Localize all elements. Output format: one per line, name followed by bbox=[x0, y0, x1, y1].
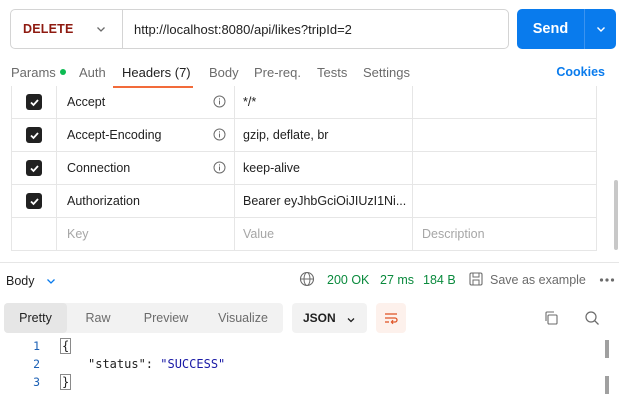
code-content: "status": "SUCCESS" bbox=[88, 357, 225, 371]
code-content: } bbox=[60, 374, 72, 390]
tab-auth[interactable]: Auth bbox=[79, 65, 106, 80]
save-as-example-button[interactable]: Save as example bbox=[490, 273, 586, 287]
header-description[interactable] bbox=[413, 185, 598, 217]
save-icon[interactable] bbox=[468, 271, 484, 287]
info-icon[interactable] bbox=[213, 161, 226, 174]
format-label: JSON bbox=[303, 311, 336, 325]
code-line: 1 { bbox=[0, 338, 619, 357]
tab-headers[interactable]: Headers (7) bbox=[122, 65, 191, 80]
check-icon bbox=[29, 164, 39, 172]
search-icon[interactable] bbox=[584, 310, 600, 326]
header-value[interactable]: */* bbox=[235, 86, 413, 118]
header-checkbox[interactable] bbox=[26, 160, 42, 176]
checkbox-cell bbox=[12, 152, 57, 184]
copy-icon[interactable] bbox=[543, 310, 559, 326]
cookies-link[interactable]: Cookies bbox=[556, 65, 605, 79]
check-icon bbox=[29, 131, 39, 139]
header-checkbox[interactable] bbox=[26, 193, 42, 209]
table-row: Authorization Bearer eyJhbGciOiJIUzI1Ni.… bbox=[12, 185, 596, 218]
header-key[interactable]: Connection bbox=[57, 152, 235, 184]
check-icon bbox=[29, 98, 39, 106]
chevron-down-icon bbox=[347, 318, 355, 323]
chevron-down-icon bbox=[596, 27, 605, 32]
chevron-down-icon bbox=[97, 27, 105, 32]
send-options-button[interactable] bbox=[585, 23, 616, 35]
tab-params[interactable]: Params bbox=[11, 65, 66, 80]
send-button[interactable]: Send bbox=[517, 9, 616, 49]
header-key[interactable]: Accept bbox=[57, 86, 235, 118]
header-key[interactable]: Accept-Encoding bbox=[57, 119, 235, 151]
format-select[interactable]: JSON bbox=[292, 303, 367, 333]
method-select[interactable]: DELETE bbox=[11, 10, 123, 48]
new-value-input[interactable]: Value bbox=[235, 218, 413, 250]
code-line: 3 } bbox=[0, 374, 619, 393]
code-content: { bbox=[60, 338, 72, 354]
response-size[interactable]: 184 B bbox=[423, 273, 456, 287]
url-input[interactable]: http://localhost:8080/api/likes?tripId=2 bbox=[123, 22, 508, 37]
header-key[interactable]: Authorization bbox=[57, 185, 235, 217]
request-bar: DELETE http://localhost:8080/api/likes?t… bbox=[10, 9, 509, 49]
info-icon[interactable] bbox=[213, 128, 226, 141]
checkbox-cell bbox=[12, 86, 57, 118]
headers-table: Accept */* Accept-Encoding gzip, deflate… bbox=[11, 86, 597, 251]
header-description[interactable] bbox=[413, 152, 598, 184]
tab-settings[interactable]: Settings bbox=[363, 65, 410, 80]
wrap-lines-button[interactable] bbox=[376, 303, 406, 333]
open-brace: { bbox=[60, 338, 72, 354]
chevron-down-icon[interactable] bbox=[45, 275, 57, 287]
response-body-toggle[interactable]: Body bbox=[6, 274, 35, 288]
table-row-new: Key Value Description bbox=[12, 218, 596, 251]
tab-body[interactable]: Body bbox=[209, 65, 239, 80]
checkbox-cell bbox=[12, 119, 57, 151]
scrollbar-marker bbox=[605, 340, 609, 358]
header-description[interactable] bbox=[413, 119, 598, 151]
close-brace: } bbox=[60, 374, 72, 390]
header-description[interactable] bbox=[413, 86, 598, 118]
json-colon: : bbox=[145, 357, 161, 371]
status-code[interactable]: 200 OK bbox=[327, 273, 369, 287]
header-checkbox[interactable] bbox=[26, 94, 42, 110]
new-key-input[interactable]: Key bbox=[57, 218, 235, 250]
info-icon[interactable] bbox=[213, 95, 226, 108]
json-key: "status" bbox=[88, 357, 146, 371]
response-bar: Body 200 OK 27 ms 184 B Save as example bbox=[0, 262, 619, 296]
view-tab-visualize[interactable]: Visualize bbox=[203, 303, 283, 333]
globe-icon[interactable] bbox=[299, 271, 315, 287]
params-active-dot bbox=[59, 69, 66, 75]
tab-tests[interactable]: Tests bbox=[317, 65, 347, 80]
new-description-input[interactable]: Description bbox=[413, 218, 598, 250]
scrollbar-thumb[interactable] bbox=[614, 180, 618, 250]
table-row: Connection keep-alive bbox=[12, 152, 596, 185]
check-icon bbox=[29, 197, 39, 205]
send-label: Send bbox=[532, 21, 569, 37]
checkbox-cell bbox=[12, 185, 57, 217]
checkbox-cell bbox=[12, 218, 57, 250]
scrollbar-marker bbox=[605, 376, 609, 394]
response-time[interactable]: 27 ms bbox=[380, 273, 414, 287]
table-row: Accept-Encoding gzip, deflate, br bbox=[12, 119, 596, 152]
line-number: 2 bbox=[33, 357, 40, 371]
table-row: Accept */* bbox=[12, 86, 596, 119]
view-tab-raw[interactable]: Raw bbox=[67, 303, 129, 333]
json-value: "SUCCESS" bbox=[160, 357, 226, 371]
wrap-lines-icon bbox=[385, 313, 398, 325]
view-tab-preview[interactable]: Preview bbox=[129, 303, 203, 333]
view-tab-pretty[interactable]: Pretty bbox=[4, 303, 67, 333]
line-number: 3 bbox=[33, 375, 40, 389]
method-label: DELETE bbox=[23, 22, 74, 36]
more-options-icon[interactable] bbox=[599, 276, 615, 284]
header-value[interactable]: Bearer eyJhbGciOiJIUzI1Ni... bbox=[235, 185, 413, 217]
code-line: 2 "status": "SUCCESS" bbox=[0, 357, 619, 375]
response-code-viewer[interactable]: 1 { 2 "status": "SUCCESS" 3 } bbox=[0, 338, 619, 393]
header-value[interactable]: gzip, deflate, br bbox=[235, 119, 413, 151]
tab-pre-request[interactable]: Pre-req. bbox=[254, 65, 301, 80]
header-checkbox[interactable] bbox=[26, 127, 42, 143]
response-view-tabs: Pretty Raw Preview Visualize bbox=[4, 303, 283, 333]
line-number: 1 bbox=[33, 339, 40, 353]
header-value[interactable]: keep-alive bbox=[235, 152, 413, 184]
